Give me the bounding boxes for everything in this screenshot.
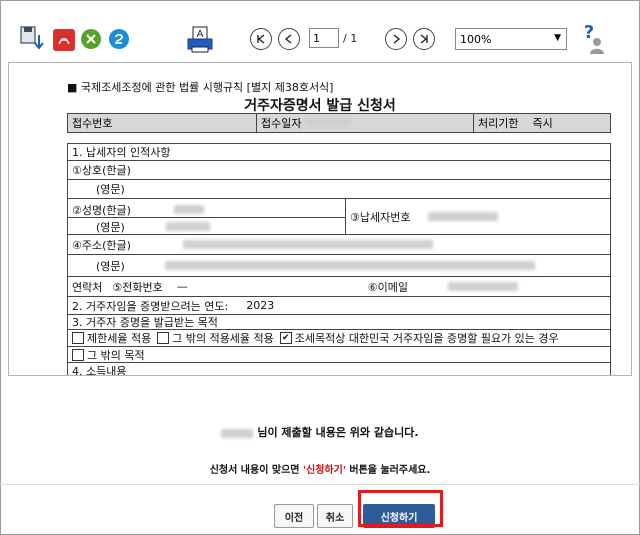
year-row: 2. 거주자임을 증명받으려는 연도: 2023 <box>67 297 611 315</box>
save-icon[interactable] <box>19 25 47 53</box>
viewer-toolbar: A / 1 100% ▼ ? <box>1 1 637 63</box>
hwp-icon[interactable] <box>109 29 129 49</box>
redacted-address-eng <box>164 261 535 270</box>
next-page-button[interactable] <box>385 28 407 50</box>
page-number-input[interactable] <box>309 28 339 48</box>
name-eng-row: (영문) <box>67 180 611 199</box>
print-letter: A <box>197 29 204 40</box>
document-viewport[interactable]: ■ 국제조세조정에 관한 법률 시행규칙 [별지 제38호서식] 거주자증명서 … <box>8 62 632 376</box>
purpose-checkbox-3[interactable]: ✔ <box>279 332 292 344</box>
cancel-button[interactable]: 취소 <box>317 504 353 528</box>
first-page-button[interactable] <box>250 28 272 50</box>
zoom-value: 100% <box>460 32 492 46</box>
redacted-taxpayer-no <box>427 211 498 221</box>
prev-button[interactable]: 이전 <box>274 504 314 528</box>
redacted-date <box>304 118 351 127</box>
redacted-email <box>447 282 518 291</box>
chevron-down-icon: ▼ <box>554 33 561 43</box>
svg-text:?: ? <box>584 23 594 43</box>
excel-icon[interactable] <box>81 29 101 49</box>
redacted-address <box>182 240 433 249</box>
last-page-button[interactable] <box>413 28 435 50</box>
chevron-right-icon <box>393 34 401 44</box>
taxpayer-info-section: 1. 납세자의 인적사항 ①상호(한글) (영문) ②성명(한글) (영문) ③… <box>67 143 611 375</box>
zoom-select[interactable]: 100% ▼ <box>455 28 567 50</box>
receipt-number-cell: 접수번호 <box>67 113 257 133</box>
highlight-box <box>358 490 443 527</box>
purpose-checkbox-4[interactable] <box>72 348 84 361</box>
prev-page-button[interactable] <box>278 28 300 50</box>
receipt-date-cell: 접수일자 <box>256 113 474 133</box>
address-kor-row: ④주소(한글) <box>67 235 611 255</box>
page-total: / 1 <box>343 32 358 45</box>
section4-heading: 4. 소득내용 <box>67 363 611 375</box>
last-page-icon <box>420 34 428 44</box>
form-title: 거주자증명서 발급 신청서 <box>244 98 396 114</box>
pdf-icon[interactable] <box>53 29 75 51</box>
redacted-name-eng <box>166 221 211 231</box>
footer-divider <box>0 484 640 485</box>
submit-message: 님이 제출할 내용은 위와 같습니다. <box>0 424 640 440</box>
address-eng-row: (영문) <box>67 255 611 277</box>
help-icon[interactable]: ? <box>579 23 607 55</box>
receipt-table: 접수번호 접수일자 처리기한 즉시 <box>67 113 611 133</box>
instruction-message: 신청서 내용이 맞으면 '신청하기' 버튼을 눌러주세요. <box>209 465 431 476</box>
regulation-header: ■ 국제조세조정에 관한 법률 시행규칙 [별지 제38호서식] <box>67 81 334 94</box>
redacted-name <box>174 204 205 214</box>
name-kor-row: ①상호(한글) <box>67 161 611 180</box>
person-row: ②성명(한글) (영문) ③납세자번호 <box>67 198 611 235</box>
print-icon[interactable]: A <box>185 25 215 55</box>
purpose-row-1: 제한세율 적용 그 밖의 적용세율 적용 ✔ 조세목적상 대한민국 거주자임을 증… <box>67 330 611 347</box>
first-page-icon <box>257 34 265 44</box>
contact-row: 연락처 ⑤전화번호 — ⑥이메일 <box>67 277 611 297</box>
section1-heading: 1. 납세자의 인적사항 <box>67 143 611 161</box>
chevron-left-icon <box>284 34 292 44</box>
purpose-row-2: 그 밖의 목적 <box>67 347 611 363</box>
purpose-checkbox-1[interactable] <box>72 332 84 344</box>
deadline-cell: 처리기한 즉시 <box>473 113 611 133</box>
section3-heading: 3. 거주자 증명을 발급받는 목적 <box>67 315 611 330</box>
purpose-checkbox-2[interactable] <box>157 332 170 344</box>
redacted-user-name <box>221 428 254 438</box>
